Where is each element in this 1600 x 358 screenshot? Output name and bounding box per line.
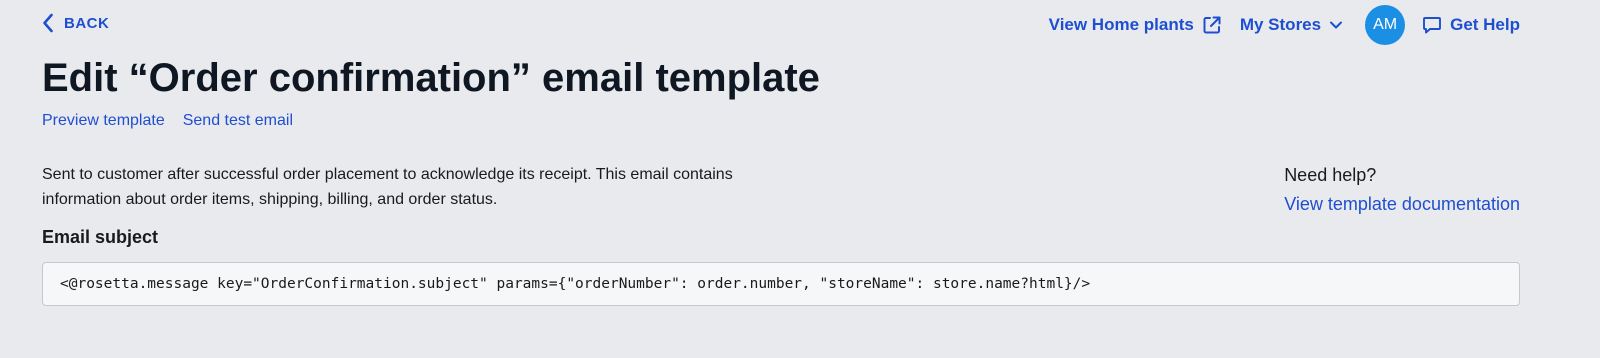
chevron-down-icon [1329,20,1343,30]
help-panel: Need help? View template documentation [1284,163,1520,218]
template-description: Sent to customer after successful order … [42,166,733,208]
external-link-icon [1202,15,1222,35]
chat-bubble-icon [1422,15,1442,35]
email-subject-label: Email subject [42,227,159,247]
get-help-label: Get Help [1450,15,1520,34]
get-help-button[interactable]: Get Help [1422,15,1520,35]
preview-template-link[interactable]: Preview template [42,112,165,130]
my-stores-label: My Stores [1239,15,1322,34]
send-test-email-link[interactable]: Send test email [183,112,293,130]
view-store-link[interactable]: View Home plants [1049,15,1222,35]
page-title: Edit “Order confirmation” email template [42,56,820,100]
email-subject-value: <@rosetta.message key="OrderConfirmation… [60,276,1091,292]
user-avatar[interactable]: AM [1365,5,1406,45]
chevron-left-icon [42,13,54,33]
back-link[interactable]: BACK [42,13,109,33]
email-subject-field[interactable]: <@rosetta.message key="OrderConfirmation… [42,262,1520,306]
top-navigation: View Home plants My Stores AM Get Help [1049,5,1520,45]
template-documentation-link[interactable]: View template documentation [1284,190,1520,218]
avatar-initials: AM [1373,16,1398,33]
view-store-label: View Home plants [1048,15,1194,34]
back-label: BACK [64,14,110,32]
template-actions: Preview template Send test email [42,112,293,130]
my-stores-dropdown[interactable]: My Stores [1240,15,1343,35]
help-title: Need help? [1284,165,1377,185]
